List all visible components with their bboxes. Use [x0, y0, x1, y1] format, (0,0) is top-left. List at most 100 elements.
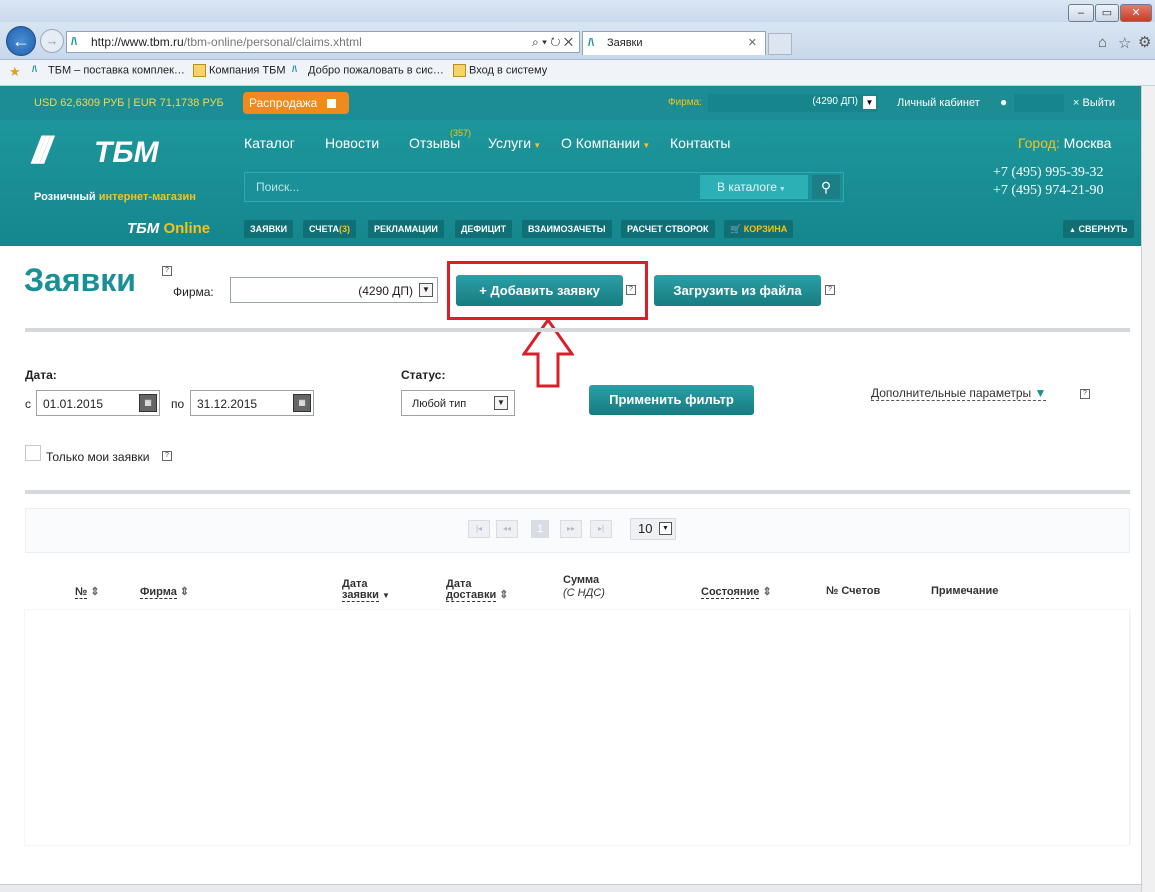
last-page-button[interactable]: ▸|	[590, 520, 612, 538]
dropdown-arrow-icon: ▼	[863, 96, 876, 109]
status-select[interactable]: Любой тип ▼	[401, 390, 515, 416]
subtab-offsets[interactable]: ВЗАИМОЗАЧЕТЫ	[522, 220, 612, 238]
tools-gear-icon[interactable]: ⚙	[1138, 33, 1151, 51]
col-number-label: №	[75, 586, 88, 599]
date-from-input[interactable]: 01.01.2015 ▦	[36, 390, 160, 416]
subtab-deficit[interactable]: ДЕФИЦИТ	[455, 220, 513, 238]
city-value: Москва	[1063, 135, 1112, 151]
search-scope-select[interactable]: В каталоге ▼	[700, 175, 808, 199]
favorites-bar-star-icon[interactable]: ★	[9, 64, 21, 80]
col-delivery-date-line2: доставки ⇕	[446, 589, 509, 602]
address-bar[interactable]: /\ http://www.tbm.ru/tbm-online/personal…	[66, 31, 580, 53]
col-state-label: Состояние	[701, 586, 760, 599]
minimize-button[interactable]: –	[1068, 4, 1094, 22]
menu-about[interactable]: О Компании ▼	[561, 135, 650, 151]
menu-dropdown-icon: ▼	[640, 141, 651, 150]
search-button[interactable]: ⚲	[812, 175, 840, 199]
site-icon: /\	[71, 36, 78, 48]
date-to-input[interactable]: 31.12.2015 ▦	[190, 390, 314, 416]
city-selector[interactable]: Город: Москва	[1018, 135, 1111, 151]
tbm-logo[interactable]: /// ТБМ	[32, 130, 192, 180]
favorites-star-icon[interactable]: ☆	[1118, 34, 1131, 52]
help-icon[interactable]: ?	[626, 285, 636, 295]
tbm-logo-icon: /\	[292, 64, 298, 74]
favorite-link-4[interactable]: Вход в систему	[453, 64, 547, 77]
horizontal-scrollbar[interactable]	[0, 884, 1141, 892]
new-tab-button[interactable]	[768, 33, 792, 55]
col-state[interactable]: Состояние ⇕	[701, 585, 772, 599]
firm-select[interactable]: (4290 ДП) ▼	[230, 277, 438, 303]
menu-services-label: Услуги	[488, 135, 532, 151]
page-size-select[interactable]: 10 ▼	[630, 518, 676, 540]
favorite-link-1[interactable]: /\ ТБМ – поставка комплек…	[32, 64, 185, 77]
home-icon[interactable]: ⌂	[1098, 34, 1107, 51]
upload-file-button[interactable]: Загрузить из файла	[654, 275, 821, 306]
header-firm-select[interactable]: (4290 ДП) ▼	[708, 94, 878, 112]
next-page-button[interactable]: ▸▸	[560, 520, 582, 538]
only-mine-label[interactable]: Только мои заявки	[46, 450, 149, 464]
subtab-cart[interactable]: 🛒 КОРЗИНА	[724, 220, 794, 238]
favorite-label: ТБМ – поставка комплек…	[48, 64, 185, 77]
search-controls[interactable]: ⌕ ▾ ↻ ✕	[532, 32, 573, 52]
help-icon[interactable]: ?	[162, 451, 172, 461]
online-brand[interactable]: ТБМ Online	[127, 220, 210, 237]
first-page-button[interactable]: |◂	[468, 520, 490, 538]
maximize-button[interactable]: ▭	[1095, 4, 1119, 22]
calendar-icon[interactable]: ▦	[293, 394, 311, 412]
collapse-button[interactable]: ▲ СВЕРНУТЬ	[1063, 220, 1134, 238]
back-button[interactable]: ←	[6, 26, 36, 56]
help-icon[interactable]: ?	[825, 285, 835, 295]
col-sum-line1: Сумма	[563, 574, 600, 586]
apply-filter-button[interactable]: Применить фильтр	[589, 385, 754, 415]
subtab-orders[interactable]: ЗАЯВКИ	[244, 220, 294, 238]
favorite-link-2[interactable]: Компания ТБМ	[193, 64, 286, 77]
browser-tab[interactable]: /\ Заявки ✕	[582, 31, 766, 55]
reviews-badge: (357)	[450, 128, 472, 138]
tbm-logo-icon: /\	[32, 64, 38, 74]
menu-services[interactable]: Услуги ▼	[488, 135, 541, 151]
date-to-value: 31.12.2015	[197, 397, 258, 411]
logo-text: ТБМ	[94, 136, 159, 169]
sort-icon: ⇕	[179, 586, 190, 598]
sort-icon: ⇕	[499, 589, 509, 601]
header-firm-label: Фирма:	[668, 97, 702, 108]
sale-button[interactable]: Распродажа	[243, 92, 349, 114]
divider	[25, 328, 1130, 332]
help-icon[interactable]: ?	[162, 266, 172, 276]
extra-params-link[interactable]: Дополнительные параметры ▼	[871, 386, 1047, 401]
forward-button[interactable]: →	[40, 29, 64, 53]
sort-desc-icon: ▼	[381, 591, 390, 600]
cabinet-link[interactable]: Личный кабинет	[897, 97, 980, 109]
username-field	[1014, 94, 1064, 112]
tab-close-icon[interactable]: ✕	[748, 32, 757, 54]
menu-contacts[interactable]: Контакты	[670, 135, 730, 151]
col-order-date[interactable]: Дата заявки ▼	[342, 579, 390, 602]
url-path: /tbm-online/personal/claims.xhtml	[183, 35, 362, 49]
online-brand-part-2: Online	[163, 220, 211, 237]
current-page[interactable]: 1	[531, 520, 549, 538]
date-from-label: с	[25, 397, 31, 411]
subtab-claims[interactable]: РЕКЛАМАЦИИ	[368, 220, 444, 238]
subtab-invoices[interactable]: СЧЕТА(3)	[303, 220, 357, 238]
logout-link[interactable]: × Выйти	[1073, 97, 1115, 109]
close-window-button[interactable]: ✕	[1120, 4, 1152, 22]
add-order-button[interactable]: + Добавить заявку	[456, 275, 623, 306]
col-number[interactable]: № ⇕	[75, 585, 100, 599]
subtab-sash-calc[interactable]: РАСЧЕТ СТВОРОК	[621, 220, 715, 238]
search-scope-label: В каталоге	[717, 180, 777, 194]
col-firm[interactable]: Фирма ⇕	[140, 585, 190, 599]
menu-catalog[interactable]: Каталог	[244, 135, 295, 151]
col-sum-line2: (С НДС)	[563, 587, 605, 599]
col-delivery-date[interactable]: Дата доставки ⇕	[446, 579, 509, 602]
vertical-scrollbar[interactable]	[1141, 86, 1155, 892]
help-icon[interactable]: ?	[1080, 389, 1090, 399]
col-note: Примечание	[931, 585, 999, 597]
only-mine-checkbox[interactable]	[25, 445, 41, 461]
favorite-link-3[interactable]: /\ Добро пожаловать в сис…	[292, 64, 444, 77]
search-input[interactable]: Поиск...	[256, 180, 686, 194]
sale-label: Распродажа	[249, 96, 318, 110]
col-sum: Сумма (С НДС)	[563, 574, 605, 600]
prev-page-button[interactable]: ◂◂	[496, 520, 518, 538]
menu-news[interactable]: Новости	[325, 135, 379, 151]
calendar-icon[interactable]: ▦	[139, 394, 157, 412]
